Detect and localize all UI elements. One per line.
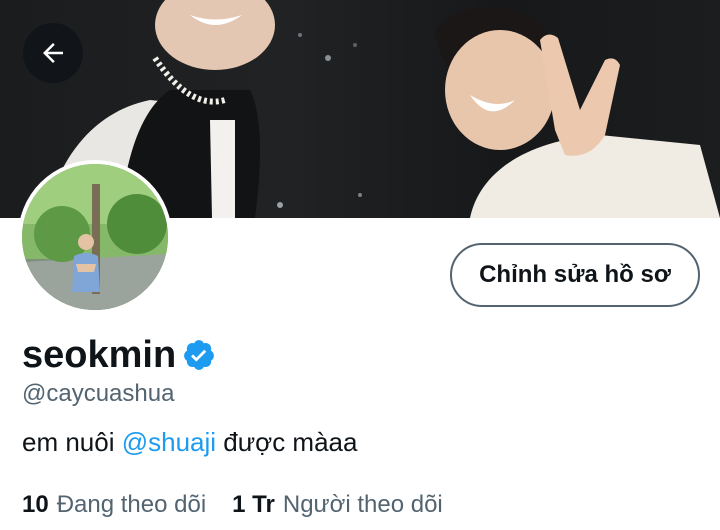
verified-badge-icon [184, 340, 215, 370]
profile-handle: @caycuashua [22, 380, 175, 407]
followers-link[interactable]: 1 Tr Người theo dõi [232, 490, 443, 520]
display-name: seokmin [22, 334, 177, 376]
following-count: 10 [22, 491, 49, 518]
profile-bio: em nuôi @shuaji được màaa [22, 426, 357, 458]
bio-mention-link[interactable]: @shuaji [122, 427, 216, 457]
back-button[interactable] [23, 23, 83, 83]
following-label: Đang theo dõi [56, 491, 207, 518]
following-link[interactable]: 10 Đang theo dõi [22, 490, 206, 520]
arrow-left-icon [43, 43, 63, 63]
avatar-photo [22, 164, 168, 310]
followers-label: Người theo dõi [282, 491, 443, 518]
bio-text-suffix: được màaa [216, 427, 358, 457]
profile-avatar[interactable] [18, 160, 172, 314]
profile-name-row: seokmin [22, 333, 216, 377]
bio-text-prefix: em nuôi [22, 427, 122, 457]
edit-profile-button[interactable]: Chỉnh sửa hồ sơ [450, 243, 700, 307]
profile-stats: 10 Đang theo dõi 1 Tr Người theo dõi [22, 490, 443, 520]
followers-count: 1 Tr [232, 491, 275, 518]
